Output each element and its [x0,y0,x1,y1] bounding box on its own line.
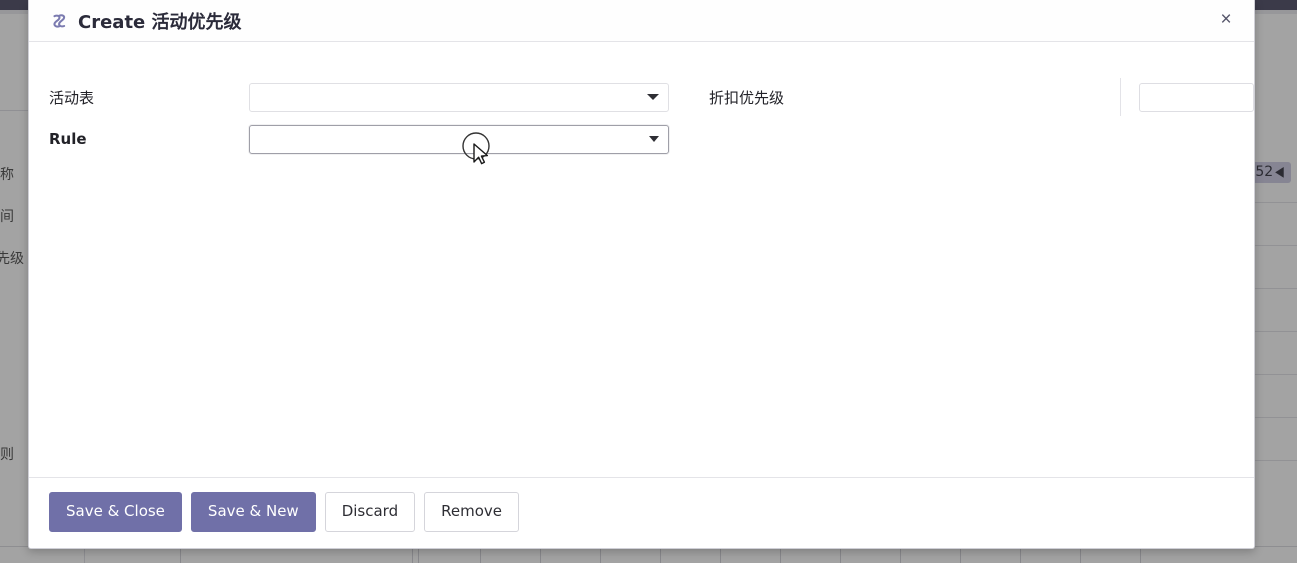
create-record-dialog: Create 活动优先级 × 活动表 Rule 折扣优先级 Save & Clo… [28,0,1255,549]
field-label-rule: Rule [49,130,87,148]
field-activity-table: 活动表 [49,76,669,118]
activity-table-select[interactable] [249,82,669,112]
form-grid: 活动表 Rule 折扣优先级 [29,42,1254,160]
dialog-title: Create 活动优先级 [49,8,242,34]
field-rule: Rule [49,118,669,160]
activity-table-control [249,82,669,112]
save-and-new-button[interactable]: Save & New [190,492,316,532]
field-discount-priority: 折扣优先级 [709,76,1254,118]
dialog-body: 活动表 Rule 折扣优先级 [29,42,1254,477]
dialog-header: Create 活动优先级 × [29,0,1254,42]
close-icon[interactable]: × [1214,8,1238,32]
dialog-title-text: Create 活动优先级 [78,11,242,33]
odoo-swirl-icon [49,11,69,31]
discount-priority-control [1120,78,1254,116]
form-column-left: 活动表 Rule [29,76,669,160]
save-and-close-button[interactable]: Save & Close [49,492,182,532]
dialog-footer: Save & Close Save & New Discard Remove [29,477,1254,548]
discount-priority-input[interactable] [1139,82,1254,112]
rule-control [249,124,669,154]
form-column-right: 折扣优先级 [669,76,1254,160]
field-label-discount-priority: 折扣优先级 [709,88,785,107]
remove-button[interactable]: Remove [424,492,519,532]
discard-button[interactable]: Discard [324,492,416,532]
rule-select[interactable] [249,124,669,154]
field-label-activity-table: 活动表 [49,88,95,107]
